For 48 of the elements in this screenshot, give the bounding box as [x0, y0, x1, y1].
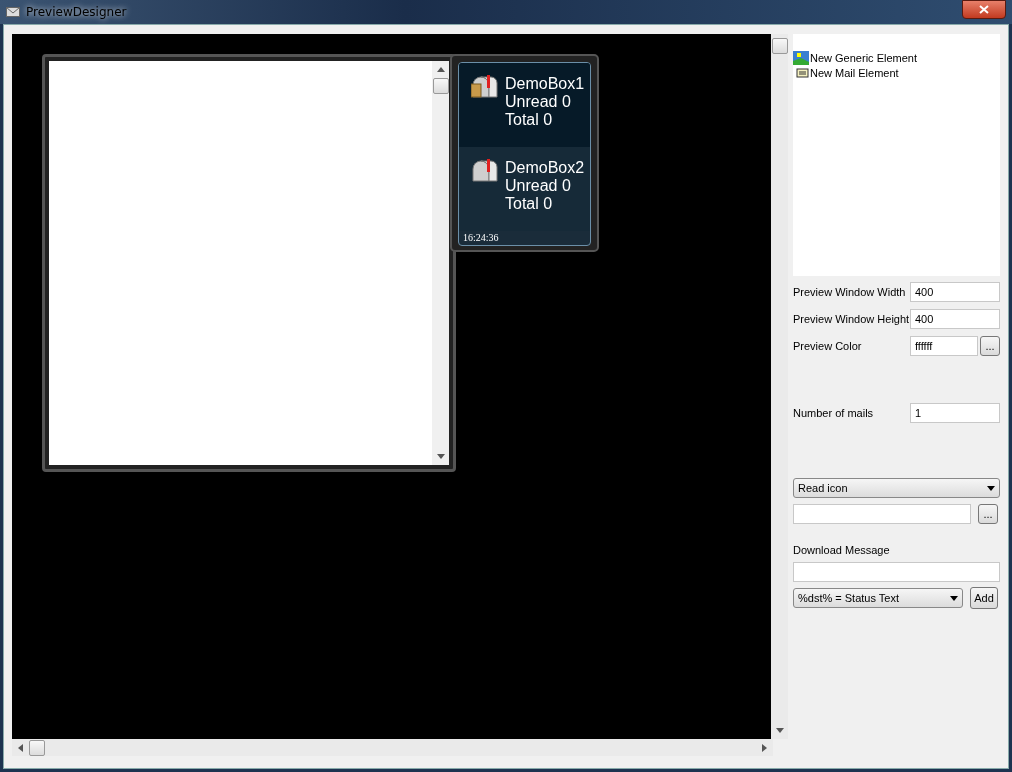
envelope-icon — [793, 68, 809, 78]
message-field[interactable] — [793, 562, 1000, 582]
close-button[interactable] — [962, 0, 1006, 19]
field-label: Download Message — [793, 544, 891, 556]
caret-icon — [987, 485, 995, 491]
field-label: Preview Color — [793, 340, 863, 352]
total-count: Total 0 — [505, 111, 554, 129]
scrollbar[interactable] — [12, 739, 773, 756]
field-label: Number of mails — [793, 407, 875, 419]
scroll-down-icon[interactable] — [775, 728, 784, 733]
mailbox-name: DemoBox2 — [505, 159, 585, 177]
scroll-up-icon[interactable] — [436, 67, 445, 72]
mailbox-name: DemoBox1 — [505, 75, 585, 93]
mailbox-row[interactable]: DemoBox1 Unread 0 Total 0 — [459, 63, 590, 147]
scroll-down-icon[interactable] — [436, 454, 445, 459]
close-icon — [979, 4, 989, 14]
scrollbar[interactable] — [771, 34, 788, 739]
icon-dropdown[interactable]: Read icon — [793, 478, 1000, 498]
scroll-thumb[interactable] — [29, 739, 45, 756]
scroll-right-icon[interactable] — [762, 743, 767, 752]
scroll-left-icon[interactable] — [18, 743, 23, 752]
field-label: Preview Window Height — [793, 313, 910, 325]
tree-item[interactable]: New Mail Element — [793, 67, 1000, 79]
time-label: 16:24:36 — [463, 232, 500, 243]
field-label: Preview Window Width — [793, 286, 907, 298]
icon-path-field[interactable] — [793, 504, 971, 524]
browse-button[interactable]: ... — [978, 504, 998, 524]
browse-button[interactable]: ... — [980, 336, 1000, 356]
add-button[interactable]: Add — [970, 587, 998, 609]
envelope-icon — [6, 7, 20, 17]
tree-item[interactable]: New Generic Element — [793, 51, 1000, 65]
text-field[interactable]: ffffff — [910, 336, 978, 356]
variable-dropdown[interactable]: %dst% = Status Text — [793, 588, 963, 608]
text-field[interactable]: 400 — [910, 282, 1000, 302]
text-field[interactable]: 1 — [910, 403, 1000, 423]
scroll-thumb[interactable] — [432, 78, 449, 94]
window-title: PreviewDesigner — [26, 5, 128, 19]
text-field[interactable]: 400 — [910, 309, 1000, 329]
mailbox-icon — [471, 159, 499, 185]
caret-icon — [950, 595, 958, 601]
unread-count: Unread 0 — [505, 93, 572, 111]
scroll-thumb[interactable] — [771, 38, 788, 54]
scrollbar[interactable] — [432, 61, 449, 465]
mailbox-icon — [471, 75, 499, 101]
picture-icon — [793, 51, 809, 65]
unread-count: Unread 0 — [505, 177, 572, 195]
total-count: Total 0 — [505, 195, 554, 213]
mailbox-row[interactable]: DemoBox2 Unread 0 Total 0 — [459, 147, 590, 231]
